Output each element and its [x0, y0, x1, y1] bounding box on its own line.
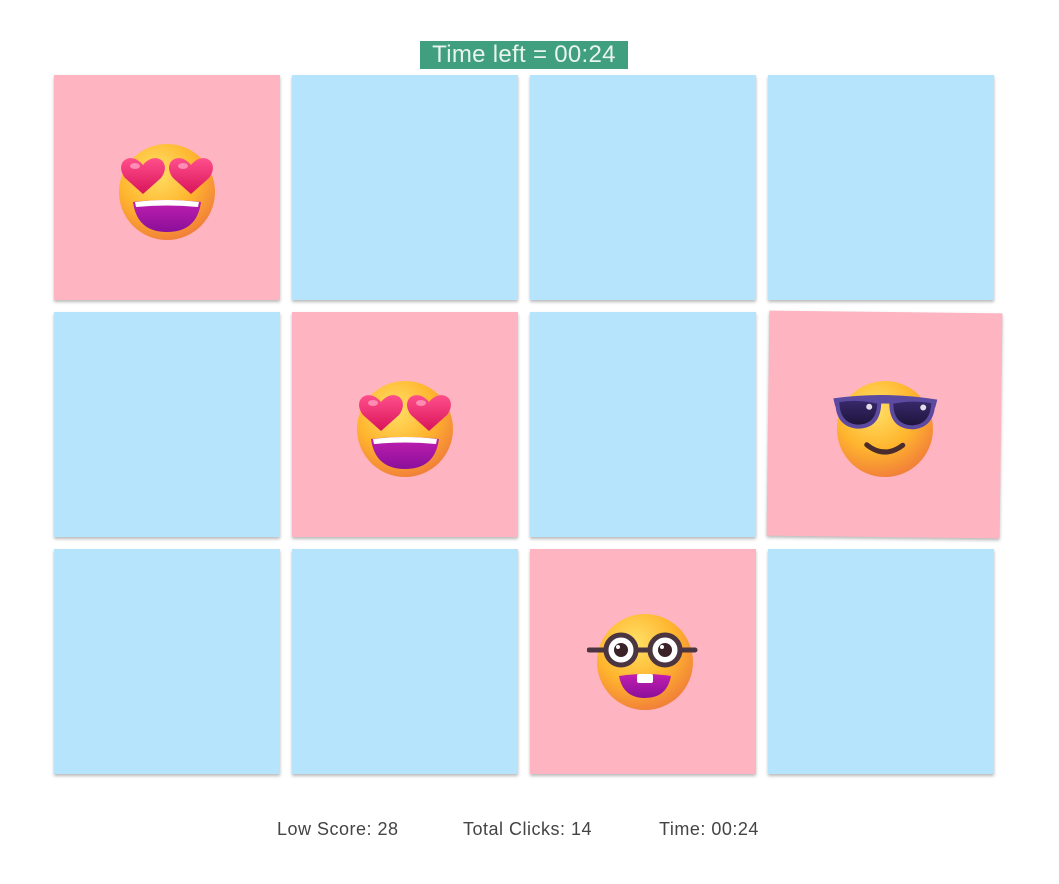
low-score-label: Low Score: 28	[277, 819, 399, 839]
elapsed-time-label: Time: 00:24	[659, 819, 759, 839]
card-7[interactable]	[530, 312, 756, 537]
sunglasses-face-icon	[828, 368, 941, 481]
card-1[interactable]	[54, 75, 280, 300]
card-12[interactable]	[768, 549, 994, 774]
time-left-banner: Time left = 00:24	[420, 41, 628, 69]
card-9[interactable]	[54, 549, 280, 774]
card-10[interactable]	[292, 549, 518, 774]
card-11[interactable]	[530, 549, 756, 774]
card-4[interactable]	[768, 75, 994, 300]
heart-eyes-face-icon	[111, 132, 223, 244]
nerd-glasses-face-icon	[587, 606, 699, 718]
card-6[interactable]	[292, 312, 518, 537]
total-clicks-label: Total Clicks: 14	[463, 819, 593, 839]
card-5[interactable]	[54, 312, 280, 537]
card-2[interactable]	[292, 75, 518, 300]
heart-eyes-face-icon	[349, 369, 461, 481]
memory-game: Time left = 00:24 Low Score: 28 Total Cl…	[0, 0, 1059, 884]
card-3[interactable]	[530, 75, 756, 300]
card-8[interactable]	[766, 310, 1003, 539]
score-bar: Low Score: 28 Total Clicks: 14 Time: 00:…	[0, 817, 1059, 841]
card-grid	[54, 75, 1003, 775]
